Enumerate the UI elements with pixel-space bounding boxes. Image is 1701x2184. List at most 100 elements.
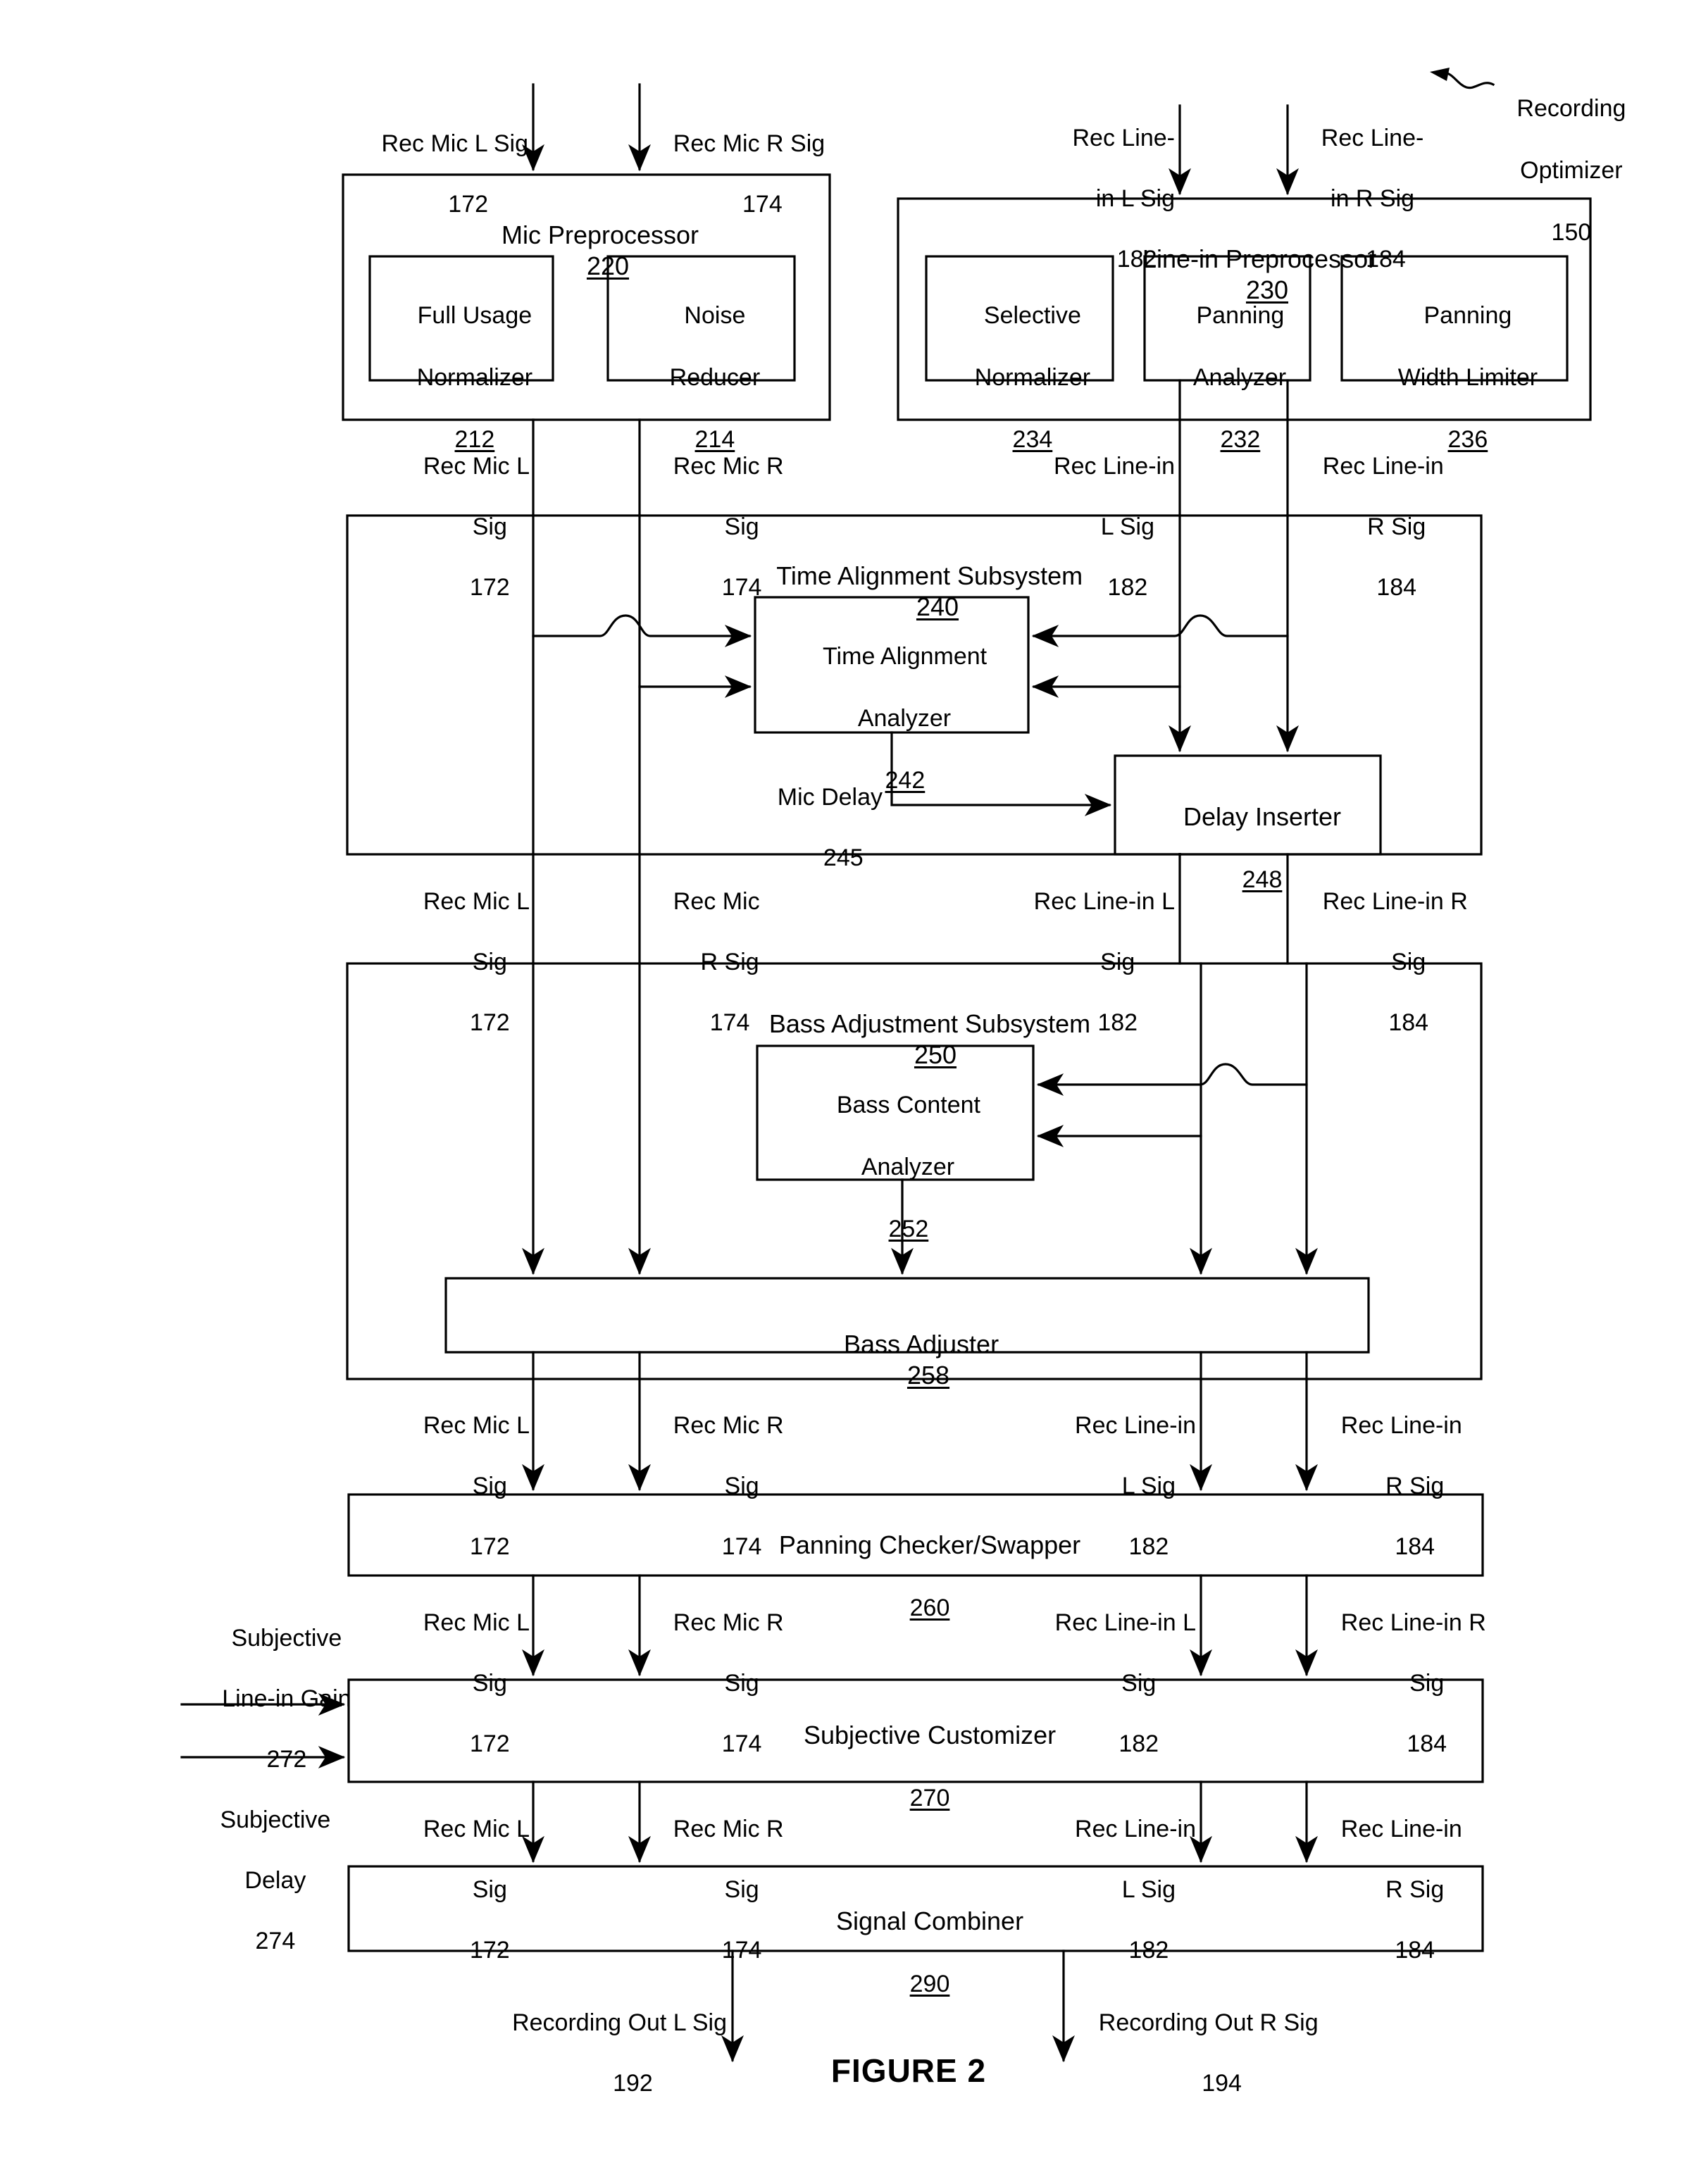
signal-name-line1: Rec Mic R <box>673 1816 784 1842</box>
patent-figure-2: Rec Mic L Sig 172 Rec Mic R Sig 174 Rec … <box>0 0 1701 2184</box>
block-title-line2: Width Limiter <box>1397 364 1538 391</box>
block-ref: 242 <box>885 767 926 794</box>
signal-ref: 272 <box>266 1746 307 1773</box>
signal-name-line1: Rec Mic L <box>423 1412 530 1439</box>
label-sig-mic-l-b: Rec Mic L Sig 172 <box>397 856 530 1068</box>
signal-name-line2: in R Sig <box>1331 185 1415 212</box>
signal-ref: 172 <box>469 1533 510 1560</box>
label-recording-optimizer: Recording Optimizer 150 <box>1490 62 1626 279</box>
block-title-line2: Analyzer <box>857 705 952 732</box>
label-sig-line-r-a: Rec Line-in R Sig 184 <box>1296 421 1444 633</box>
signal-ref: 184 <box>1407 1730 1447 1757</box>
title-bass-adjuster: Bass Adjuster 258 <box>816 1298 999 1422</box>
signal-name-line2: Sig <box>724 1876 759 1903</box>
signal-ref: 245 <box>823 844 864 871</box>
block-title-line1: Panning <box>1196 302 1285 329</box>
system-ref: 150 <box>1551 219 1592 246</box>
signal-ref: 182 <box>1128 1937 1169 1964</box>
block-title-line2: Reducer <box>669 364 761 391</box>
signal-name-line1: Rec Mic R <box>673 453 784 480</box>
block-title-line2: Analyzer <box>1192 364 1287 391</box>
signal-name-line1: Rec Line-in <box>1340 1816 1462 1842</box>
block-ref: 220 <box>586 251 630 280</box>
signal-name: Mic Delay <box>777 784 883 811</box>
signal-ref: 274 <box>255 1928 296 1954</box>
signal-ref: 172 <box>469 574 510 601</box>
label-sig-line-r-c: Rec Line-in R Sig 184 <box>1314 1380 1462 1592</box>
signal-ref: 172 <box>469 1009 510 1036</box>
signal-name: Rec Mic R Sig <box>673 130 825 157</box>
label-sig-mic-l-e: Rec Mic L Sig 172 <box>397 1784 530 1996</box>
signal-ref: 174 <box>742 191 783 218</box>
signal-name-line1: Subjective <box>231 1625 342 1652</box>
block-title: Signal Combiner <box>835 1907 1024 1935</box>
signal-name-line2: L Sig <box>1121 1473 1176 1499</box>
label-sig-mic-l-a: Rec Mic L Sig 172 <box>397 421 530 633</box>
block-title-line1: Bass Content <box>836 1092 980 1118</box>
label-subjective-line-in-gain: Subjective Line-in Gain 272 <box>195 1593 351 1805</box>
block-ref: 270 <box>909 1785 950 1811</box>
block-title-line2: Analyzer <box>861 1154 955 1180</box>
block-title-line1: Time Alignment <box>823 643 987 670</box>
block-ref: 252 <box>888 1216 929 1242</box>
signal-name-line2: Sig <box>1409 1670 1445 1697</box>
signal-ref: 172 <box>469 1937 510 1964</box>
signal-name-line2: Sig <box>1391 949 1426 975</box>
label-recording-out-l: Recording Out L Sig 192 <box>485 1978 727 2129</box>
label-panning-analyzer: Panning Analyzer 232 <box>1168 269 1286 486</box>
signal-name: Recording Out R Sig <box>1098 2009 1319 2036</box>
signal-name-line1: Rec Line-in <box>1322 453 1444 480</box>
block-title-line1: Panning <box>1423 302 1512 329</box>
signal-name-line1: Rec Line-in <box>1075 1412 1196 1439</box>
signal-name-line1: Rec Line-in L <box>1033 888 1175 915</box>
signal-name-line1: Rec Mic R <box>673 1609 784 1636</box>
signal-ref: 192 <box>613 2070 653 2097</box>
block-title: Panning Checker/Swapper <box>778 1530 1081 1559</box>
block-ref: 260 <box>909 1595 950 1621</box>
signal-name-line1: Subjective <box>220 1807 331 1833</box>
label-sig-mic-r-e: Rec Mic R Sig 174 <box>647 1784 784 1996</box>
signal-name-line1: Rec Line- <box>1321 125 1424 151</box>
block-title-line1: Noise <box>684 302 746 329</box>
signal-ref: 174 <box>721 1937 762 1964</box>
signal-name-line1: Rec Line-in <box>1075 1816 1196 1842</box>
label-mic-delay: Mic Delay 245 <box>751 752 883 904</box>
signal-name-line2: Sig <box>472 1670 507 1697</box>
signal-name-line1: Rec Mic R <box>673 1412 784 1439</box>
signal-name-line2: Sig <box>1100 949 1135 975</box>
block-ref: 232 <box>1220 426 1261 453</box>
signal-name-line1: Rec Mic L <box>423 888 530 915</box>
signal-name-line1: Rec Mic L <box>423 453 530 480</box>
label-subjective-delay: Subjective Delay 274 <box>194 1775 331 1987</box>
signal-ref: 184 <box>1388 1009 1429 1036</box>
block-title-line2: Normalizer <box>974 364 1091 391</box>
signal-name-line2: R Sig <box>1385 1473 1445 1499</box>
signal-name-line2: Line-in Gain <box>222 1685 351 1712</box>
signal-name-line1: Rec Line-in L <box>1054 1609 1196 1636</box>
signal-name-line1: Rec Mic L <box>423 1609 530 1636</box>
signal-name-line2: in L Sig <box>1095 185 1175 212</box>
block-title: Subjective Customizer <box>803 1721 1057 1749</box>
label-recording-out-r: Recording Out R Sig 194 <box>1072 1978 1319 2129</box>
block-title: Time Alignment Subsystem <box>776 561 1083 590</box>
signal-name-line1: Rec Line- <box>1072 125 1175 151</box>
figure-caption: FIGURE 2 <box>830 2052 987 2089</box>
signal-name-line1: Rec Line-in <box>1054 453 1175 480</box>
signal-name-line2: Sig <box>1121 1670 1157 1697</box>
signal-ref: 184 <box>1395 1533 1435 1560</box>
block-ref: 290 <box>909 1971 950 1997</box>
signal-name-line2: Sig <box>472 1473 507 1499</box>
block-title-line1: Full Usage <box>417 302 532 329</box>
block-title: Delay Inserter <box>1183 802 1342 831</box>
label-sig-line-r-d: Rec Line-in R Sig 184 <box>1314 1578 1486 1790</box>
signal-name-line1: Rec Line-in R <box>1340 1609 1486 1636</box>
block-ref: 248 <box>1242 866 1283 893</box>
signal-name-line2: Sig <box>472 1876 507 1903</box>
signal-name-line1: Rec Line-in <box>1340 1412 1462 1439</box>
block-title-line1: Selective <box>983 302 1081 329</box>
block-ref: 236 <box>1447 426 1488 453</box>
block-title: Bass Adjustment Subsystem <box>768 1009 1091 1038</box>
system-label-line2: Optimizer <box>1520 157 1623 184</box>
title-subjective-customizer: Subjective Customizer 270 <box>775 1689 1056 1845</box>
label-sig-mic-l-d: Rec Mic L Sig 172 <box>397 1578 530 1790</box>
